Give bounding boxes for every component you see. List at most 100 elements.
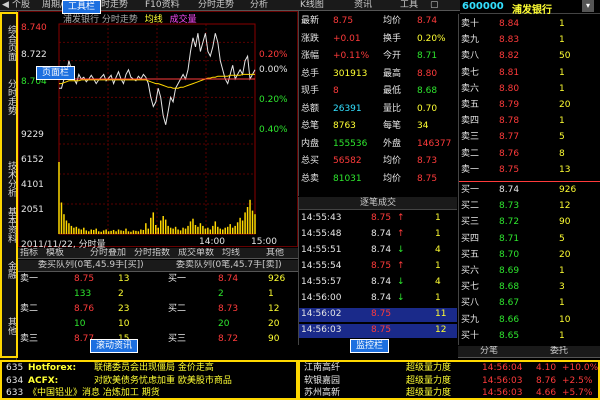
- order-book-row[interactable]: 买一 8.74 926: [459, 184, 600, 196]
- x-axis-label-1: 14:00: [199, 237, 225, 247]
- callout-news: 滚动资讯: [90, 339, 139, 353]
- chart-tab-3[interactable]: 分时指数: [134, 248, 170, 258]
- y-axis-left-label: 4101: [21, 180, 44, 190]
- order-book-row[interactable]: 卖八 8.82 50: [459, 50, 600, 62]
- order-book-row[interactable]: 卖一 8.75 13: [459, 164, 600, 176]
- toolbar-item-8[interactable]: 工具: [400, 0, 418, 10]
- toolbar-item-3[interactable]: F10资料: [145, 0, 180, 10]
- book-volume: 5: [559, 132, 565, 143]
- book-volume: 13: [559, 164, 571, 175]
- arrow-up-icon: ↑: [397, 229, 405, 239]
- tick-trade-row[interactable]: 14:55:48 8.74 ↑ 1: [299, 228, 457, 242]
- tick-trade-row[interactable]: 14:55:57 8.74 ↓ 4: [299, 276, 457, 290]
- toolbar-tools-icon[interactable]: ▢: [430, 0, 439, 10]
- stock-title: 600000 浦发银行 ▾: [460, 0, 600, 16]
- book-price: 8.76: [499, 148, 520, 159]
- book-price: 8.68: [499, 282, 520, 293]
- queue-ask-volume: 13: [118, 274, 130, 284]
- book-volume: 1: [559, 83, 565, 94]
- order-book-row[interactable]: 买四 8.71 5: [459, 233, 600, 245]
- tick-volume: 12: [435, 325, 447, 335]
- bid-queue-title[interactable]: 委卖队列(0笔,45.7手[卖]): [176, 260, 282, 271]
- order-book-row[interactable]: 买八 8.67 1: [459, 297, 600, 309]
- tick-trade-row[interactable]: 14:56:00 8.74 ↓ 1: [299, 292, 457, 306]
- toolbar-item-0[interactable]: 个股: [12, 0, 30, 10]
- queue-bid-price: 2: [218, 289, 224, 299]
- book-separator: [459, 181, 600, 182]
- queue-bid-label: 买二: [168, 304, 187, 314]
- order-book-row[interactable]: 买二 8.73 12: [459, 200, 600, 212]
- quote-stat-label-2: 每笔: [383, 121, 402, 131]
- stock-code: 600000: [462, 1, 504, 12]
- tick-price: 8.75: [371, 213, 392, 223]
- tick-price: 8.75: [371, 325, 392, 335]
- tick-trades-title[interactable]: 逐笔成交: [299, 197, 457, 210]
- order-book-row[interactable]: 买十 8.65 1: [459, 330, 600, 342]
- chart-tab-2[interactable]: 分时叠加: [90, 248, 126, 258]
- queue-ask-volume: 23: [118, 304, 130, 314]
- book-volume: 1: [559, 67, 565, 78]
- chart-tab-5[interactable]: 均线: [222, 248, 240, 258]
- queue-bid-volume: 12: [268, 304, 280, 314]
- stock-menu-icon[interactable]: ▾: [582, 0, 594, 12]
- tick-time: 14:55:57: [301, 277, 342, 287]
- book-level-label: 卖二: [461, 148, 480, 159]
- tick-volume: 4: [435, 277, 441, 287]
- tick-price: 8.74: [371, 293, 392, 303]
- chart-tab-6[interactable]: 其他: [266, 248, 284, 258]
- quote-stat-label-2: 均价: [383, 173, 402, 184]
- queue-ask-price: 10: [74, 319, 86, 329]
- chart-tab-0[interactable]: 指标: [20, 248, 38, 258]
- quote-stat-value: 155536: [333, 138, 368, 149]
- tick-trade-row[interactable]: 14:55:43 8.75 ↑ 1: [299, 212, 457, 226]
- callout-monitor: 监控栏: [350, 339, 390, 353]
- book-volume: 20: [559, 100, 571, 110]
- order-book-row[interactable]: 卖三 8.77 5: [459, 131, 600, 143]
- book-level-label: 卖一: [461, 164, 480, 175]
- chart-tab-1[interactable]: 模板: [46, 248, 64, 258]
- order-book-row[interactable]: 卖七 8.81 1: [459, 67, 600, 79]
- order-book-row[interactable]: 买六 8.69 1: [459, 265, 600, 277]
- order-book-row[interactable]: 卖二 8.76 8: [459, 148, 600, 160]
- order-book-row[interactable]: 卖九 8.83 1: [459, 34, 600, 46]
- quote-stat-value-2: 0.20%: [417, 33, 446, 44]
- order-queue-panel: 委买队列(0笔,45.9手[买]) 委卖队列(0笔,45.7手[卖]) 卖一 8.…: [18, 260, 298, 360]
- tick-volume: 4: [435, 245, 441, 255]
- toolbar-menu-icon[interactable]: ◀: [2, 0, 9, 10]
- intraday-chart-svg[interactable]: 8.7408.7228.7049229615241012051 0.20%0.0…: [19, 12, 297, 246]
- chart-tab-4[interactable]: 成交单数: [178, 248, 214, 258]
- order-book-row[interactable]: 卖五 8.79 20: [459, 99, 600, 111]
- queue-ask-label: 卖二: [20, 304, 39, 314]
- book-price: 8.83: [499, 35, 520, 46]
- y-axis-right-label: 0.40%: [259, 125, 288, 135]
- book-tab-0[interactable]: 分笔: [480, 346, 498, 357]
- toolbar-item-7[interactable]: 资讯: [354, 0, 372, 10]
- book-volume: 926: [559, 185, 577, 195]
- tick-trade-row[interactable]: 14:55:54 8.75 ↑ 1: [299, 260, 457, 274]
- order-book-row[interactable]: 买三 8.72 90: [459, 216, 600, 228]
- book-volume: 90: [559, 217, 571, 228]
- order-book-row[interactable]: 卖十 8.84 1: [459, 18, 600, 30]
- tick-trade-row[interactable]: 14:56:02 8.75 11: [299, 308, 457, 322]
- toolbar-item-6[interactable]: K线图: [300, 0, 324, 10]
- book-level-label: 卖七: [461, 67, 480, 78]
- book-level-label: 买三: [461, 217, 480, 228]
- quote-stat-value: +0.01: [333, 33, 361, 44]
- order-book-row[interactable]: 买九 8.66 10: [459, 314, 600, 326]
- order-book-row[interactable]: 买五 8.70 20: [459, 249, 600, 261]
- quote-stat-value: 81031: [333, 173, 362, 184]
- order-book-row[interactable]: 买七 8.68 3: [459, 281, 600, 293]
- book-tab-1[interactable]: 委托: [550, 346, 568, 357]
- book-level-label: 卖九: [461, 35, 480, 46]
- order-book-row[interactable]: 卖六 8.80 1: [459, 83, 600, 95]
- callout-page: 页面栏: [36, 66, 76, 80]
- book-price: 8.74: [499, 185, 520, 195]
- tick-trade-row[interactable]: 14:55:51 8.74 ↓ 4: [299, 244, 457, 258]
- quote-stat-label: 总卖: [301, 173, 320, 184]
- toolbar-item-4[interactable]: 分时走势: [198, 0, 234, 10]
- ask-queue-title[interactable]: 委买队列(0笔,45.9手[买]): [38, 260, 144, 271]
- order-book-row[interactable]: 卖四 8.78 1: [459, 115, 600, 127]
- toolbar-item-5[interactable]: 分析: [250, 0, 268, 10]
- queue-ask-price: 8.76: [74, 304, 95, 314]
- tick-trade-row[interactable]: 14:56:03 8.75 12: [299, 324, 457, 338]
